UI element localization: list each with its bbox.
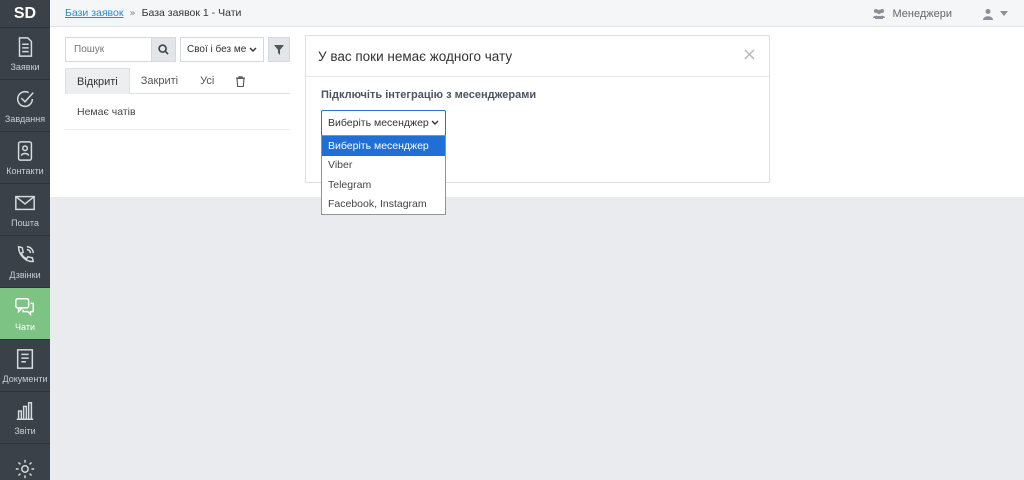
funnel-icon (274, 44, 284, 55)
caret-down-icon (1000, 11, 1008, 16)
messenger-select-value: Виберіть месенджер (328, 117, 429, 129)
managers-button[interactable]: Менеджери (872, 8, 952, 20)
sidebar-item-settings[interactable] (0, 444, 50, 480)
sidebar-item-label: Чати (15, 322, 35, 332)
document-icon (13, 35, 37, 59)
breadcrumb-link-request-bases[interactable]: Бази заявок (65, 7, 123, 19)
chevron-down-icon (431, 120, 439, 125)
tab-closed[interactable]: Закриті (130, 68, 189, 94)
option-telegram[interactable]: Telegram (322, 175, 445, 195)
tab-trash[interactable] (225, 68, 256, 94)
sidebar-item-label: Звіти (14, 426, 36, 436)
user-icon (983, 8, 993, 20)
trash-icon (236, 75, 246, 87)
sidebar-item-contacts[interactable]: Контакти (0, 132, 50, 184)
breadcrumb-current: База заявок 1 - Чати (141, 7, 242, 19)
app-logo[interactable]: SD (0, 0, 50, 28)
chevron-down-icon (249, 47, 257, 52)
tab-all[interactable]: Усі (189, 68, 225, 94)
owner-filter-select[interactable]: Свої і без ме (180, 37, 264, 62)
users-icon (873, 8, 886, 19)
sidebar-item-mail[interactable]: Пошта (0, 184, 50, 236)
panel-title: У вас поки немає жодного чату (306, 36, 769, 77)
sidebar-item-label: Завдання (4, 114, 46, 124)
envelope-icon (13, 191, 37, 215)
sidebar-item-reports[interactable]: Звіти (0, 392, 50, 444)
top-right-controls: Менеджери (872, 0, 1008, 27)
option-viber[interactable]: Viber (322, 156, 445, 176)
integration-label: Підключіть інтеграцію з месенджерами (321, 89, 537, 101)
sidebar-item-chats[interactable]: Чати (0, 288, 50, 340)
sidebar-item-requests[interactable]: Заявки (0, 28, 50, 80)
chat-list-empty: Немає чатів (65, 95, 290, 130)
bar-chart-icon (13, 399, 37, 423)
sidebar-item-label: Контакти (6, 166, 44, 176)
sidebar-item-calls[interactable]: Дзвінки (0, 236, 50, 288)
contacts-icon (13, 139, 37, 163)
search-button[interactable] (151, 37, 176, 62)
top-bar: Бази заявок » База заявок 1 - Чати Менед… (50, 0, 1024, 27)
close-icon[interactable]: × (742, 46, 757, 64)
search-input[interactable] (65, 37, 151, 62)
messenger-dropdown: Виберіть месенджер Viber Telegram Facebo… (321, 135, 446, 215)
sidebar-item-label: Документи (2, 374, 48, 384)
breadcrumb-separator: » (129, 7, 136, 19)
documents-icon (13, 347, 37, 371)
sidebar-item-label: Дзвінки (9, 270, 41, 280)
user-menu[interactable] (982, 8, 1008, 20)
main-content: Свої і без ме Відкриті Закриті Усі Немає… (50, 27, 1024, 197)
check-circle-icon (13, 87, 37, 111)
search-icon (158, 44, 169, 55)
chat-icon (13, 295, 37, 319)
search-row: Свої і без ме (65, 37, 290, 62)
messenger-select[interactable]: Виберіть месенджер (321, 110, 446, 136)
breadcrumb: Бази заявок » База заявок 1 - Чати (65, 7, 241, 19)
tab-open[interactable]: Відкриті (65, 68, 130, 94)
filter-button[interactable] (268, 37, 290, 62)
option-choose-messenger[interactable]: Виберіть месенджер (322, 136, 445, 156)
sidebar: SD Заявки Завдання Контакти Пошта Дзвінк… (0, 0, 50, 480)
managers-label: Менеджери (892, 7, 952, 20)
gear-icon (13, 457, 37, 480)
sidebar-item-label: Пошта (11, 218, 39, 228)
owner-filter-value: Свої і без ме (187, 44, 247, 55)
chat-tabs: Відкриті Закриті Усі (65, 68, 290, 94)
sidebar-item-tasks[interactable]: Завдання (0, 80, 50, 132)
sidebar-item-documents[interactable]: Документи (0, 340, 50, 392)
sidebar-item-label: Заявки (10, 62, 40, 72)
phone-icon (13, 243, 37, 267)
option-facebook-instagram[interactable]: Facebook, Instagram (322, 195, 445, 215)
